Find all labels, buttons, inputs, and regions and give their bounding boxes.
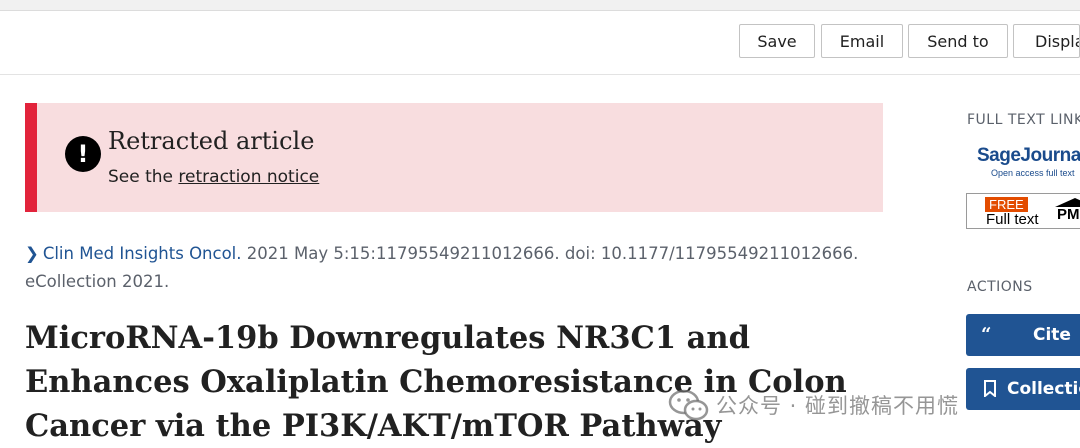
wechat-watermark: 公众号 · 碰到撤稿不用慌 [668,385,959,425]
pmc-logo-text: PMC [1057,206,1080,223]
article-title: MicroRNA-19b Downregulates NR3C1 and Enh… [25,320,847,444]
retraction-notice-link[interactable]: retraction notice [178,167,319,187]
sage-journals-subtext: Open access full text [991,168,1075,178]
collections-button[interactable]: Collections [966,368,1080,410]
bookmark-icon [984,380,996,397]
toolbar-divider [0,74,1080,75]
pmc-free-badge: FREE [985,197,1028,212]
exclamation-icon: ! [65,136,101,172]
cite-button[interactable]: “ Cite [966,314,1080,356]
banner-note: See the retraction notice [108,167,319,187]
banner-note-prefix: See the [108,167,174,187]
send-to-button[interactable]: Send to [908,24,1008,58]
wechat-logo-icon [668,389,709,421]
pmc-full-text-label: Full text [986,211,1039,228]
cite-label: Cite [1033,325,1071,345]
full-text-links-heading: FULL TEXT LINKS [967,112,1080,128]
pmc-logo-icon: PMC [1055,198,1080,226]
watermark-text: 公众号 · 碰到撤稿不用慌 [716,394,960,418]
display-options-button[interactable]: Display options [1013,24,1080,58]
citation: ❯ Clin Med Insights Oncol. 2021 May 5:15:… [25,240,885,296]
sage-journals-link[interactable]: SageJournals Open access full text [977,144,1080,178]
retraction-banner: ! Retracted article See the retraction n… [25,103,883,212]
actions-heading: ACTIONS [967,279,1033,295]
chevron-right-icon: ❯ [25,244,39,263]
banner-title: Retracted article [108,127,315,155]
email-button[interactable]: Email [821,24,903,58]
browser-top-strip [0,0,1080,11]
pmc-full-text-link[interactable]: FREE Full text PMC [966,193,1080,229]
collections-label: Collections [1007,379,1080,399]
sage-journals-logo-text: SageJournals [977,145,1080,166]
save-button[interactable]: Save [739,24,815,58]
quote-icon: “ [981,324,992,345]
journal-link[interactable]: Clin Med Insights Oncol. [43,244,242,263]
